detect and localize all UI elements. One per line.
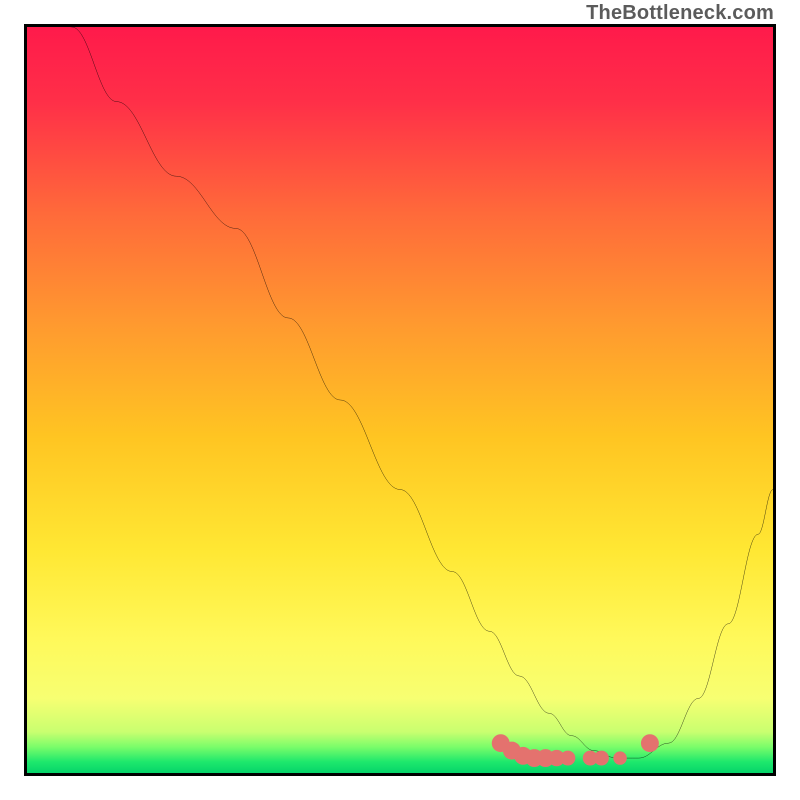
bottleneck-curve — [27, 27, 773, 758]
curve-layer — [27, 27, 773, 773]
marker-layer — [492, 734, 659, 767]
plot-area — [24, 24, 776, 776]
curve-marker — [613, 751, 626, 764]
curve-marker — [594, 751, 609, 766]
watermark-text: TheBottleneck.com — [586, 2, 774, 25]
curve-marker — [560, 751, 575, 766]
curve-marker — [641, 734, 659, 752]
chart-container: TheBottleneck.com — [0, 0, 800, 800]
